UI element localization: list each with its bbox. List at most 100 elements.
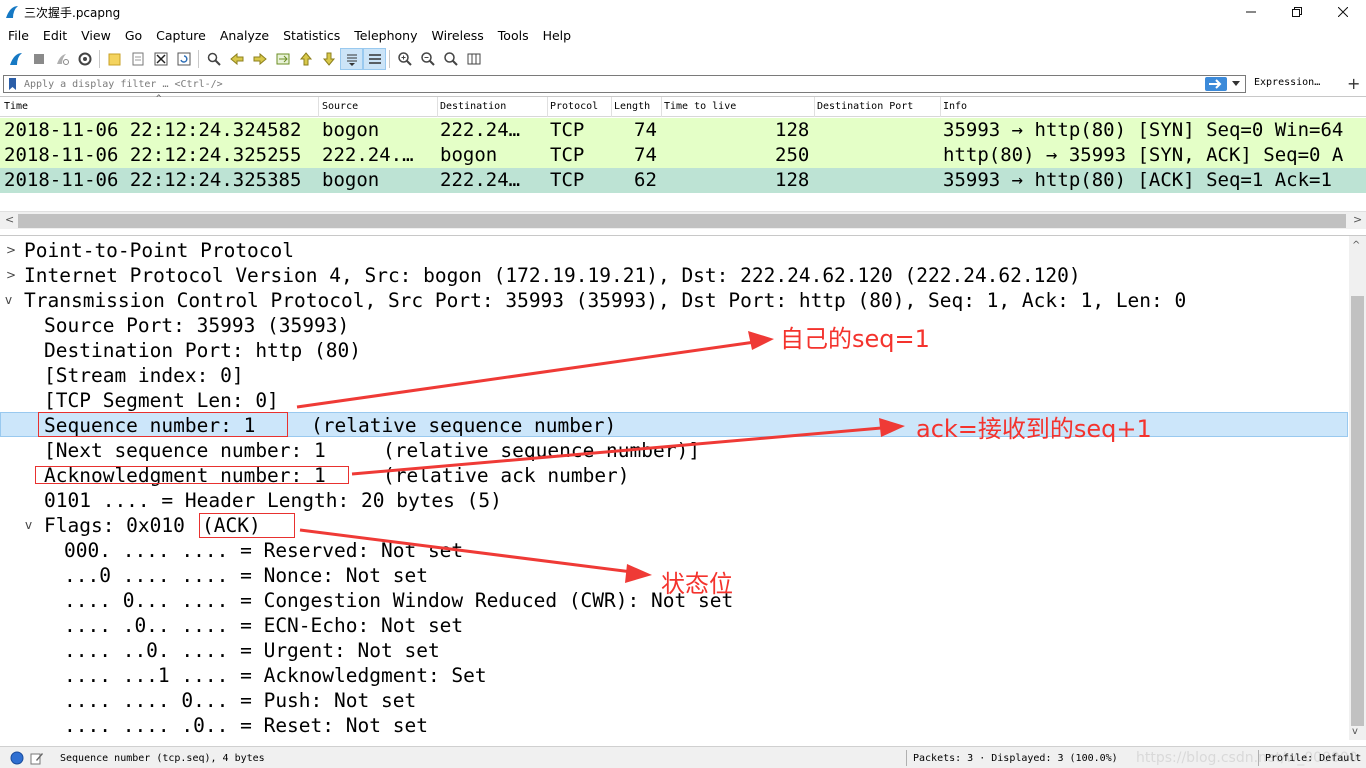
flag-cwr[interactable]: .... 0... .... = Congestion Window Reduc… — [64, 588, 733, 613]
expression-button[interactable]: Expression… — [1254, 77, 1320, 88]
column-info[interactable]: Info — [943, 101, 967, 112]
scroll-up-icon[interactable]: ^ — [1352, 240, 1360, 251]
menu-capture[interactable]: Capture — [149, 28, 213, 43]
tcp-header-length[interactable]: 0101 .... = Header Length: 20 bytes (5) — [44, 488, 502, 513]
expand-arrow-icon[interactable]: > — [6, 238, 16, 263]
zoom-in-button[interactable] — [393, 48, 416, 70]
scroll-left-icon[interactable]: < — [5, 213, 14, 226]
flag-push[interactable]: .... .... 0... = Push: Not set — [64, 688, 416, 713]
go-forward-button[interactable] — [248, 48, 271, 70]
menu-help[interactable]: Help — [536, 28, 579, 43]
menu-file[interactable]: File — [0, 28, 36, 43]
tcp-flags[interactable]: Flags: 0x010 — [44, 513, 185, 538]
tree-item-ppp[interactable]: Point-to-Point Protocol — [24, 238, 294, 263]
column-destination[interactable]: Destination — [440, 101, 506, 112]
vscroll-thumb[interactable] — [1351, 296, 1364, 726]
column-divider[interactable] — [437, 97, 438, 117]
go-to-packet-button[interactable] — [271, 48, 294, 70]
column-divider[interactable] — [940, 97, 941, 117]
filter-history-dropdown[interactable] — [1229, 77, 1243, 91]
wireshark-fin-icon — [6, 6, 18, 18]
menu-tools[interactable]: Tools — [491, 28, 536, 43]
status-profile[interactable]: Profile: Default — [1265, 753, 1361, 764]
menu-view[interactable]: View — [74, 28, 118, 43]
open-file-button[interactable] — [103, 48, 126, 70]
autoscroll-icon — [346, 54, 357, 66]
column-time[interactable]: Time — [4, 101, 28, 112]
cell-protocol: TCP — [550, 119, 585, 141]
cell-ttl: 128 — [775, 169, 810, 191]
find-packet-button[interactable] — [202, 48, 225, 70]
restart-capture-button[interactable] — [50, 48, 73, 70]
colorize-button[interactable] — [363, 48, 386, 70]
flag-nonce[interactable]: ...0 .... .... = Nonce: Not set — [64, 563, 428, 588]
column-divider[interactable] — [318, 97, 319, 117]
column-divider[interactable] — [611, 97, 612, 117]
bookmark-icon[interactable] — [6, 77, 20, 91]
column-source[interactable]: Source — [322, 101, 358, 112]
reload-file-button[interactable] — [172, 48, 195, 70]
start-capture-button[interactable] — [4, 48, 27, 70]
packet-row[interactable]: 2018-11-06 22:12:24.325255 222.24.… bogo… — [0, 143, 1366, 168]
menu-go[interactable]: Go — [118, 28, 149, 43]
menu-edit[interactable]: Edit — [36, 28, 74, 43]
close-button[interactable] — [1320, 0, 1366, 24]
menu-statistics[interactable]: Statistics — [276, 28, 347, 43]
capture-options-button[interactable] — [73, 48, 96, 70]
column-divider[interactable] — [547, 97, 548, 117]
scroll-right-icon[interactable]: > — [1353, 213, 1362, 226]
first-packet-button[interactable] — [294, 48, 317, 70]
save-file-button[interactable] — [126, 48, 149, 70]
maximize-button[interactable] — [1274, 0, 1320, 24]
tcp-source-port[interactable]: Source Port: 35993 (35993) — [44, 313, 349, 338]
flag-reset[interactable]: .... .... .0.. = Reset: Not set — [64, 713, 428, 738]
flag-ecn-echo[interactable]: .... .0.. .... = ECN-Echo: Not set — [64, 613, 463, 638]
packet-row-selected[interactable]: 2018-11-06 22:12:24.325385 bogon 222.24…… — [0, 168, 1366, 193]
close-file-button[interactable] — [149, 48, 172, 70]
autoscroll-button[interactable] — [340, 48, 363, 70]
column-protocol[interactable]: Protocol — [550, 101, 598, 112]
menu-telephony[interactable]: Telephony — [347, 28, 424, 43]
tree-item-ip[interactable]: Internet Protocol Version 4, Src: bogon … — [24, 263, 1081, 288]
tcp-segment-len[interactable]: [TCP Segment Len: 0] — [44, 388, 279, 413]
resize-columns-button[interactable] — [462, 48, 485, 70]
flag-reserved[interactable]: 000. .... .... = Reserved: Not set — [64, 538, 463, 563]
arrow-down-icon — [322, 52, 335, 66]
add-filter-button[interactable]: + — [1347, 74, 1360, 93]
tree-item-tcp[interactable]: Transmission Control Protocol, Src Port:… — [24, 288, 1186, 313]
column-dest-port[interactable]: Destination Port — [817, 101, 913, 112]
expand-arrow-icon[interactable]: > — [6, 263, 16, 288]
column-length[interactable]: Length — [614, 101, 650, 112]
details-vscrollbar[interactable]: ^ v — [1349, 236, 1366, 740]
scroll-down-icon[interactable]: v — [1352, 726, 1358, 737]
go-back-button[interactable] — [225, 48, 248, 70]
flag-acknowledgment[interactable]: .... ...1 .... = Acknowledgment: Set — [64, 663, 487, 688]
close-icon — [1338, 7, 1348, 17]
zoom-out-button[interactable] — [416, 48, 439, 70]
annotation-box-seq — [38, 412, 288, 437]
column-divider[interactable] — [814, 97, 815, 117]
main-toolbar — [0, 46, 1366, 72]
stop-capture-button[interactable] — [27, 48, 50, 70]
tcp-destination-port[interactable]: Destination Port: http (80) — [44, 338, 361, 363]
cell-time: 2018-11-06 22:12:24.325255 — [4, 144, 302, 166]
collapse-arrow-icon[interactable]: v — [25, 513, 32, 538]
edit-comment-icon[interactable] — [30, 751, 44, 765]
collapse-arrow-icon[interactable]: v — [5, 288, 12, 313]
menu-wireless[interactable]: Wireless — [424, 28, 490, 43]
hscroll-thumb[interactable] — [18, 214, 1346, 228]
last-packet-button[interactable] — [317, 48, 340, 70]
column-divider[interactable] — [661, 97, 662, 117]
menu-analyze[interactable]: Analyze — [213, 28, 276, 43]
packet-row[interactable]: 2018-11-06 22:12:24.324582 bogon 222.24…… — [0, 118, 1366, 143]
column-ttl[interactable]: Time to live — [664, 101, 736, 112]
tcp-next-sequence[interactable]: [Next sequence number: 1 — [44, 438, 326, 463]
tcp-stream-index[interactable]: [Stream index: 0] — [44, 363, 244, 388]
apply-filter-button[interactable] — [1205, 77, 1227, 91]
normal-size-button[interactable] — [439, 48, 462, 70]
packet-list-hscrollbar[interactable]: < > — [0, 211, 1366, 229]
minimize-button[interactable] — [1228, 0, 1274, 24]
flag-urgent[interactable]: .... ..0. .... = Urgent: Not set — [64, 638, 440, 663]
display-filter-input[interactable]: Apply a display filter … <Ctrl-/> — [3, 75, 1246, 93]
expert-info-icon[interactable] — [10, 751, 24, 765]
